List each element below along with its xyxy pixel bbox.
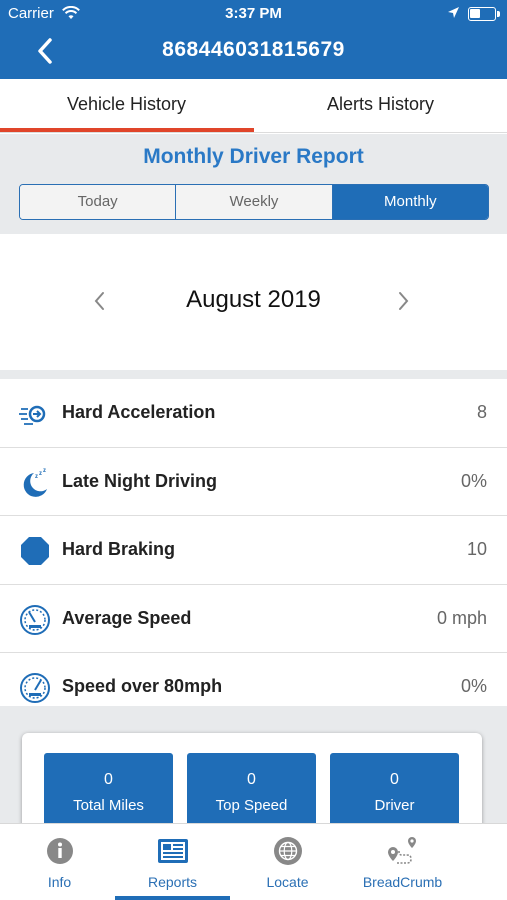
metric-row-average-speed: Average Speed 0 mph <box>0 584 507 653</box>
next-month-button[interactable] <box>396 289 416 315</box>
stat-value: 0 <box>247 771 256 788</box>
status-bar: Carrier 3:37 PM <box>0 0 507 28</box>
device-id-title: 868446031815679 <box>162 38 345 61</box>
acceleration-icon <box>19 398 51 430</box>
metric-row-hard-acceleration: Hard Acceleration 8 <box>0 379 507 448</box>
metric-label: Average Speed <box>62 607 192 628</box>
stat-driver: 0 Driver <box>330 753 459 833</box>
tab-vehicle-history[interactable]: Vehicle History <box>0 79 253 133</box>
metric-value: 0% <box>460 676 487 696</box>
stat-value: 0 <box>104 771 113 788</box>
history-tabs: Vehicle History Alerts History <box>0 79 507 133</box>
tabbar-breadcrumb[interactable]: BreadCrumb <box>345 824 460 900</box>
battery-icon <box>468 7 500 21</box>
info-icon <box>42 835 78 871</box>
section-divider <box>0 370 507 379</box>
month-label: August 2019 <box>186 286 321 313</box>
speedometer-icon <box>19 672 51 704</box>
selected-tab-indicator <box>0 128 254 132</box>
tabbar-label: Info <box>47 874 72 890</box>
report-header: Monthly Driver Report Today Weekly Month… <box>0 134 507 234</box>
summary-card: 0 Total Miles 0 Top Speed 0 Driver <box>22 733 482 833</box>
report-icon <box>155 835 191 871</box>
metric-label: Speed over 80mph <box>62 676 223 696</box>
stat-label: Top Speed <box>215 797 288 814</box>
svg-text:z: z <box>35 474 38 480</box>
metric-row-hard-braking: Hard Braking 10 <box>0 516 507 585</box>
location-arrow-icon <box>447 6 460 23</box>
tabbar-active-indicator <box>115 896 230 900</box>
tabbar-reports[interactable]: Reports <box>115 824 230 900</box>
month-picker: August 2019 <box>0 234 507 370</box>
tabbar-label: Reports <box>147 874 198 890</box>
metric-value: 10 <box>466 539 487 559</box>
period-monthly[interactable]: Monthly <box>332 185 488 219</box>
globe-icon <box>270 835 306 871</box>
period-today[interactable]: Today <box>20 185 177 219</box>
metric-label: Hard Braking <box>62 539 176 559</box>
moon-sleep-icon: z z z <box>19 467 51 499</box>
period-segmented-control: Today Weekly Monthly <box>19 184 489 220</box>
speedometer-icon <box>19 604 51 636</box>
metric-row-late-night-driving: z z z Late Night Driving 0% <box>0 447 507 516</box>
tab-alerts-history[interactable]: Alerts History <box>254 79 507 133</box>
tabbar-locate[interactable]: Locate <box>230 824 345 900</box>
stat-total-miles: 0 Total Miles <box>44 753 173 833</box>
stat-label: Total Miles <box>73 797 144 814</box>
chevron-right-icon <box>399 292 409 310</box>
tabbar-label: BreadCrumb <box>362 874 443 890</box>
svg-text:z: z <box>43 468 46 474</box>
stat-label: Driver <box>374 797 415 814</box>
tabbar-label: Locate <box>266 874 309 890</box>
tabbar-info[interactable]: Info <box>2 824 117 900</box>
metrics-list: Hard Acceleration 8 z z z Late Night Dri… <box>0 379 507 722</box>
stat-top-speed: 0 Top Speed <box>187 753 316 833</box>
breadcrumb-route-icon <box>385 835 421 871</box>
svg-text:z: z <box>39 471 42 477</box>
metric-value: 0 mph <box>436 607 487 628</box>
metric-value: 8 <box>476 402 487 422</box>
report-title: Monthly Driver Report <box>143 145 364 168</box>
period-weekly[interactable]: Weekly <box>176 185 333 219</box>
octagon-stop-icon <box>19 535 51 567</box>
bottom-tab-bar: Info Reports Locate BreadCrumb <box>0 823 507 900</box>
metric-label: Hard Acceleration <box>62 402 216 422</box>
status-time: 3:37 PM <box>225 5 282 22</box>
app-header: Carrier 3:37 PM 868446031815679 <box>0 0 507 79</box>
stat-value: 0 <box>390 771 399 788</box>
metric-label: Late Night Driving <box>62 470 218 491</box>
metric-value: 0% <box>460 470 487 491</box>
